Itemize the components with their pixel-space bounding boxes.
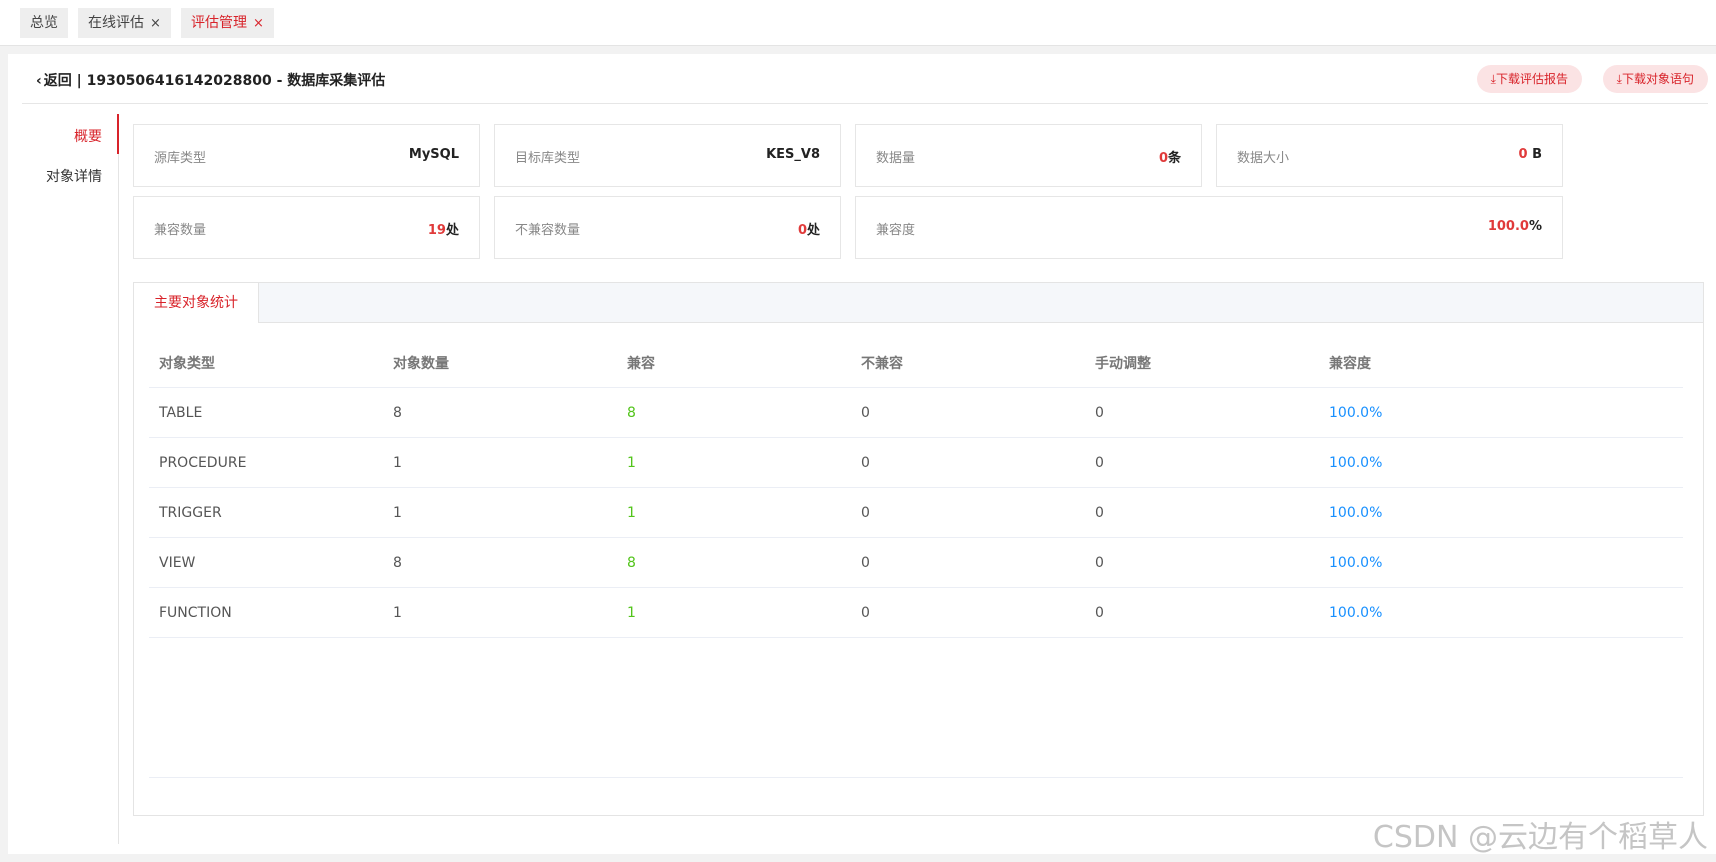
tab-main-object-stats[interactable]: 主要对象统计: [134, 283, 259, 323]
cell-rate: 100.0%: [1319, 587, 1683, 638]
cell-count: 1: [383, 487, 617, 538]
cell-manual: 0: [1085, 437, 1319, 488]
cell-compatible: 8: [617, 537, 851, 588]
cell-incompatible: 0: [851, 387, 1085, 438]
column-header: 对象类型: [149, 338, 383, 388]
cell-rate: 100.0%: [1319, 387, 1683, 438]
watermark: CSDN @云边有个稻草人: [1372, 820, 1708, 855]
page-title: 1930506416142028800 - 数据库采集评估: [86, 73, 386, 89]
tabs-header: 主要对象统计: [134, 283, 1703, 323]
close-icon[interactable]: ×: [150, 16, 161, 31]
cell-compatible: 1: [617, 587, 851, 638]
tab-overview[interactable]: 总览: [20, 8, 68, 38]
tab-label: 评估管理: [191, 15, 247, 31]
cell-incompatible: 0: [851, 587, 1085, 638]
download-report-button[interactable]: ⤓下载评估报告: [1476, 65, 1582, 93]
tab-bar: 总览 在线评估 × 评估管理 ×: [0, 0, 1716, 46]
download-statements-button[interactable]: ⤓下载对象语句: [1602, 65, 1708, 93]
cell-rate: 100.0%: [1319, 437, 1683, 488]
cell-compatible: 1: [617, 437, 851, 488]
cell-incompatible: 0: [851, 437, 1085, 488]
table-header-row: 对象类型 对象数量 兼容 不兼容 手动调整 兼容度: [149, 338, 1683, 388]
close-icon[interactable]: ×: [253, 16, 264, 31]
chevron-left-icon: ‹: [36, 73, 42, 89]
cell-compatible: 8: [617, 387, 851, 438]
cell-manual: 0: [1085, 537, 1319, 588]
card-incompatible-count: 不兼容数量 0处: [494, 196, 841, 259]
card-data-size: 数据大小 0 B: [1216, 124, 1563, 187]
tab-label: 总览: [30, 15, 58, 31]
table-bottom-border: [149, 777, 1683, 778]
sidebar-item-object-details[interactable]: 对象详情: [46, 166, 102, 186]
cell-compatible: 1: [617, 487, 851, 538]
tab-assessment-management[interactable]: 评估管理 ×: [181, 8, 274, 38]
object-stats-panel: 主要对象统计 对象类型 对象数量 兼容 不兼容 手动调整 兼容度 TABLE 8…: [133, 282, 1704, 816]
cell-type: FUNCTION: [149, 587, 383, 638]
cell-type: VIEW: [149, 537, 383, 588]
separator: |: [76, 73, 82, 89]
back-label: 返回: [43, 73, 72, 89]
cell-manual: 0: [1085, 587, 1319, 638]
cell-count: 1: [383, 437, 617, 488]
table-row: TRIGGER 1 1 0 0 100.0%: [149, 487, 1683, 538]
table-row: PROCEDURE 1 1 0 0 100.0%: [149, 437, 1683, 488]
card-compatible-count: 兼容数量 19处: [133, 196, 480, 259]
sidebar-item-overview[interactable]: 概要: [74, 126, 102, 146]
table-row: FUNCTION 1 1 0 0 100.0%: [149, 587, 1683, 638]
cell-manual: 0: [1085, 387, 1319, 438]
cell-count: 1: [383, 587, 617, 638]
tab-label: 在线评估: [88, 15, 144, 31]
back-link[interactable]: ‹ 返回 | 1930506416142028800 - 数据库采集评估: [36, 70, 385, 90]
card-target-type: 目标库类型 KES_V8: [494, 124, 841, 187]
active-indicator: [117, 114, 119, 154]
column-header: 兼容度: [1319, 338, 1683, 388]
card-compatibility: 兼容度 100.0%: [855, 196, 1563, 259]
sidebar: 概要 对象详情: [22, 114, 119, 844]
main-panel: ‹ 返回 | 1930506416142028800 - 数据库采集评估 ⤓下载评…: [8, 54, 1716, 854]
cell-type: TABLE: [149, 387, 383, 438]
column-header: 兼容: [617, 338, 851, 388]
column-header: 手动调整: [1085, 338, 1319, 388]
cell-type: TRIGGER: [149, 487, 383, 538]
table-row: VIEW 8 8 0 0 100.0%: [149, 537, 1683, 588]
cell-rate: 100.0%: [1319, 487, 1683, 538]
cell-rate: 100.0%: [1319, 537, 1683, 588]
cell-manual: 0: [1085, 487, 1319, 538]
cell-incompatible: 0: [851, 537, 1085, 588]
cell-count: 8: [383, 387, 617, 438]
tab-online-assessment[interactable]: 在线评估 ×: [78, 8, 171, 38]
object-stats-table: 对象类型 对象数量 兼容 不兼容 手动调整 兼容度 TABLE 8 8 0 0 …: [149, 338, 1683, 638]
card-data-count: 数据量 0条: [855, 124, 1202, 187]
cell-incompatible: 0: [851, 487, 1085, 538]
table-row: TABLE 8 8 0 0 100.0%: [149, 387, 1683, 438]
page-header: ‹ 返回 | 1930506416142028800 - 数据库采集评估 ⤓下载评…: [22, 54, 1708, 104]
card-source-type: 源库类型 MySQL: [133, 124, 480, 187]
cell-type: PROCEDURE: [149, 437, 383, 488]
column-header: 对象数量: [383, 338, 617, 388]
cell-count: 8: [383, 537, 617, 588]
column-header: 不兼容: [851, 338, 1085, 388]
